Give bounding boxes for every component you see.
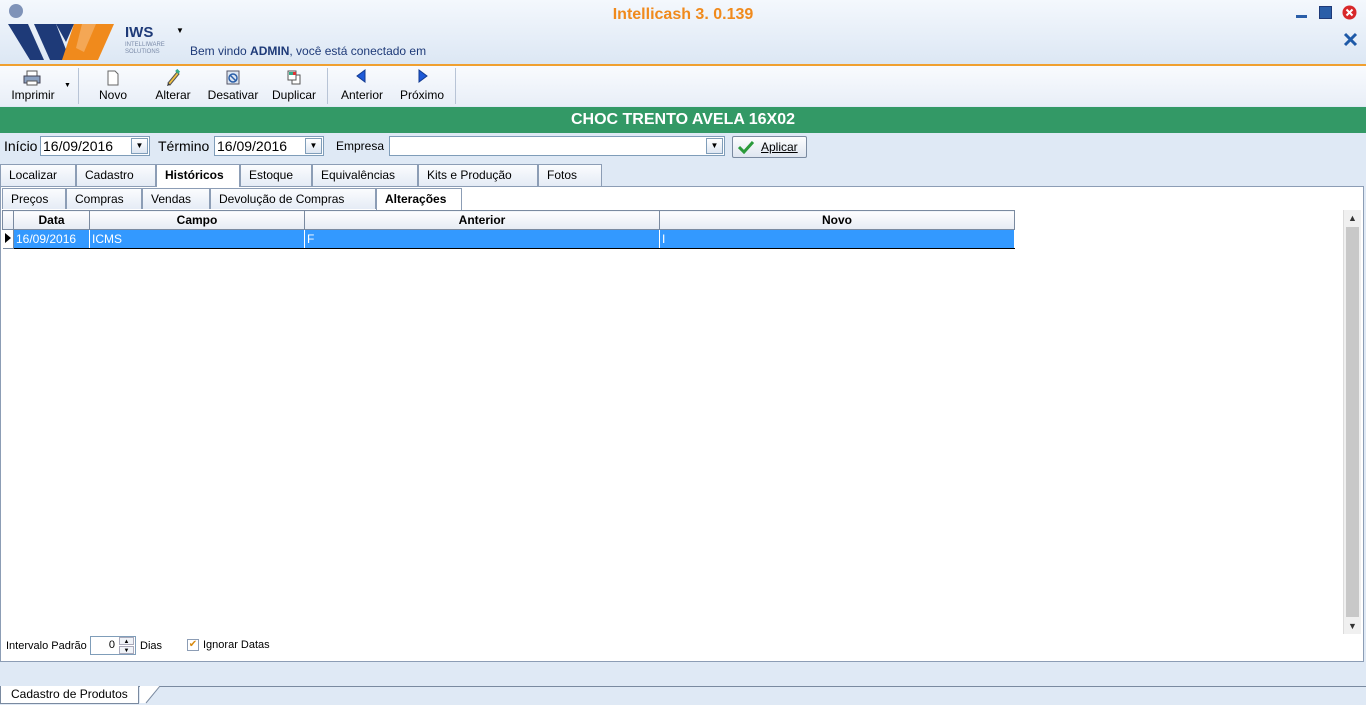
start-date-value: 16/09/2016 — [43, 138, 114, 154]
tab-historicos[interactable]: Históricos — [156, 164, 240, 187]
new-button[interactable]: Novo — [86, 66, 140, 106]
document-tab-edge — [140, 686, 160, 704]
apply-button[interactable]: Aplicar — [732, 136, 807, 158]
toolbar-separator — [78, 68, 79, 104]
end-date-label: Término — [158, 138, 210, 154]
close-form-icon[interactable] — [1343, 32, 1358, 47]
start-date-picker[interactable]: 16/09/2016 ▼ — [40, 136, 150, 156]
company-select[interactable]: ▼ — [389, 136, 725, 156]
next-label: Próximo — [399, 88, 444, 102]
new-label: Novo — [98, 88, 127, 102]
start-date-label: Início — [4, 138, 38, 154]
toolbar-separator — [455, 68, 456, 104]
grid-area — [2, 209, 1362, 635]
table-row[interactable]: 16/09/2016 ICMS F I — [2, 229, 1015, 249]
tab-kits-producao[interactable]: Kits e Produção — [418, 164, 538, 186]
cell-data[interactable]: 16/09/2016 — [13, 229, 90, 249]
tab-equivalencias[interactable]: Equivalências — [312, 164, 418, 186]
print-label: Imprimir — [11, 88, 55, 102]
column-header-anterior[interactable]: Anterior — [304, 210, 660, 230]
row-indicator-icon — [2, 229, 14, 249]
cell-novo[interactable]: I — [659, 229, 1015, 249]
days-label: Dias — [140, 640, 163, 652]
pencil-icon — [167, 68, 181, 86]
scroll-up-icon[interactable]: ▲ — [1344, 210, 1361, 226]
previous-label: Anterior — [340, 88, 384, 102]
deactivate-button[interactable]: Desativar — [204, 66, 262, 106]
end-date-picker[interactable]: 16/09/2016 ▼ — [214, 136, 324, 156]
tab-estoque[interactable]: Estoque — [240, 164, 312, 186]
changes-grid: Data Campo Anterior Novo 16/09/2016 ICMS… — [2, 210, 1015, 249]
column-header-campo[interactable]: Campo — [89, 210, 305, 230]
chevron-down-icon[interactable]: ▼ — [131, 138, 148, 154]
cell-anterior[interactable]: F — [304, 229, 660, 249]
new-document-icon — [107, 70, 119, 86]
row-indicator-header — [2, 210, 14, 230]
duplicate-button[interactable]: Duplicar — [266, 66, 322, 106]
print-dropdown-icon[interactable]: ▼ — [64, 82, 71, 89]
subtab-alteracoes[interactable]: Alterações — [376, 188, 462, 210]
default-interval-label: Intervalo Padrão — [6, 640, 87, 652]
company-label: Empresa — [336, 139, 385, 153]
toolbar-separator — [327, 68, 328, 104]
subtab-vendas[interactable]: Vendas — [142, 188, 210, 210]
logo-subtitle: INTELLIWARE SOLUTIONS — [125, 42, 165, 55]
app-title: Intellicash 3. 0.139 — [612, 6, 754, 23]
minimize-icon[interactable] — [1294, 5, 1309, 20]
cell-campo[interactable]: ICMS — [89, 229, 305, 249]
column-header-data[interactable]: Data — [13, 210, 90, 230]
spin-down-icon[interactable]: ▼ — [119, 646, 134, 654]
vertical-scrollbar[interactable]: ▲ ▼ — [1343, 210, 1361, 634]
scrollbar-thumb[interactable] — [1346, 227, 1359, 617]
status-bar — [0, 686, 1366, 705]
end-date-value: 16/09/2016 — [217, 138, 288, 154]
grid-header-row: Data Campo Anterior Novo — [2, 210, 1015, 230]
apply-label: Aplicar — [761, 140, 798, 154]
product-name-header: CHOC TRENTO AVELA 16X02 — [0, 107, 1366, 133]
welcome-prefix: Bem vindo — [190, 44, 251, 58]
duplicate-icon — [287, 70, 301, 85]
deactivate-icon — [226, 70, 240, 85]
tab-localizar[interactable]: Localizar — [0, 164, 76, 186]
tab-cadastro[interactable]: Cadastro — [76, 164, 156, 186]
maximize-icon[interactable] — [1318, 5, 1333, 20]
arrow-left-icon — [356, 69, 366, 83]
scroll-down-icon[interactable]: ▼ — [1344, 618, 1361, 634]
duplicate-label: Duplicar — [271, 88, 316, 102]
printer-icon — [23, 70, 41, 86]
welcome-user: ADMIN — [250, 44, 290, 58]
interval-value: 0 — [108, 639, 115, 651]
ignore-dates-label: Ignorar Datas — [203, 639, 270, 651]
print-button[interactable]: Imprimir — [2, 66, 64, 106]
spin-up-icon[interactable]: ▲ — [119, 637, 134, 645]
column-header-novo[interactable]: Novo — [659, 210, 1015, 230]
edit-label: Alterar — [155, 88, 191, 102]
next-button[interactable]: Próximo — [394, 66, 450, 106]
arrow-right-icon — [418, 69, 428, 83]
welcome-message: Bem vindo ADMIN, você está conectado em — [190, 44, 426, 58]
logo-text: IWS — [125, 24, 154, 41]
subtab-precos[interactable]: Preços — [2, 188, 66, 210]
document-tab-label: Cadastro de Produtos — [11, 687, 128, 701]
tab-fotos[interactable]: Fotos — [538, 164, 602, 186]
logo-menu-arrow-icon[interactable]: ▼ — [176, 26, 184, 35]
chevron-down-icon[interactable]: ▼ — [305, 138, 322, 154]
edit-button[interactable]: Alterar — [146, 66, 200, 106]
checkmark-icon — [738, 140, 754, 154]
ignore-dates-checkbox[interactable]: ✔ — [187, 639, 199, 651]
chevron-down-icon[interactable]: ▼ — [706, 138, 723, 154]
subtab-compras[interactable]: Compras — [66, 188, 142, 210]
close-window-icon[interactable] — [1342, 5, 1357, 20]
subtab-devolucao-compras[interactable]: Devolução de Compras — [210, 188, 376, 210]
interval-spinner[interactable]: 0 ▲ ▼ — [90, 636, 136, 655]
previous-button[interactable]: Anterior — [334, 66, 390, 106]
document-tab-cadastro-produtos[interactable]: Cadastro de Produtos — [0, 686, 139, 704]
welcome-suffix: , você está conectado em — [289, 44, 427, 58]
deactivate-label: Desativar — [207, 88, 259, 102]
